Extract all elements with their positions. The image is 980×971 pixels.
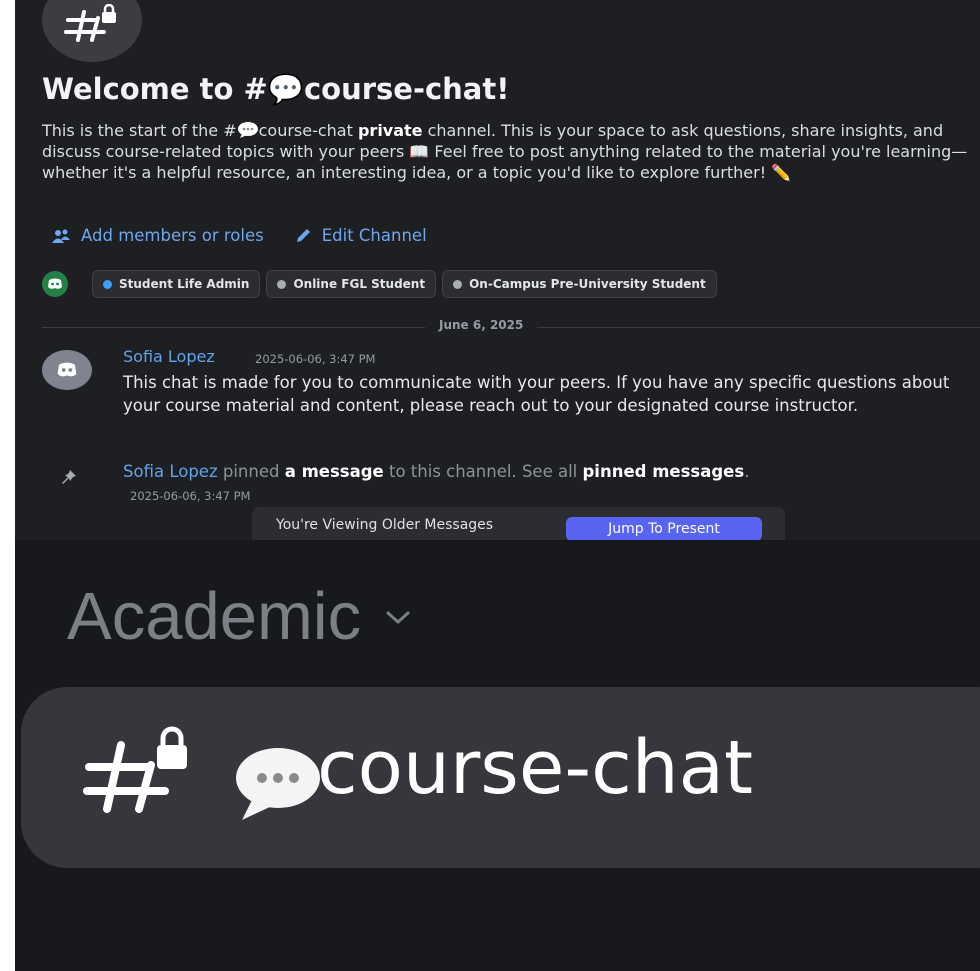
jump-to-present-button[interactable]: Jump To Present <box>566 517 762 540</box>
add-members-label: Add members or roles <box>81 226 264 245</box>
avatar[interactable] <box>42 350 92 390</box>
message-author[interactable]: Sofia Lopez <box>123 347 215 366</box>
edit-pencil-icon <box>296 228 310 242</box>
pinned-message-link[interactable]: a message <box>285 462 384 481</box>
message-text: This chat is made for you to communicate… <box>123 373 950 415</box>
speech-bubble-icon <box>237 122 258 138</box>
role-pill[interactable]: On-Campus Pre-University Student <box>442 270 717 298</box>
speech-bubble-icon <box>236 748 320 820</box>
channel-roles: Student Life Admin Online FGL Student On… <box>42 270 717 298</box>
channel-badge <box>42 0 142 62</box>
role-dot <box>453 279 463 289</box>
pin-text: . <box>744 462 750 481</box>
pin-author[interactable]: Sofia Lopez <box>123 462 218 481</box>
desc-text: course-chat <box>258 121 358 140</box>
role-pill[interactable]: Student Life Admin <box>92 270 261 298</box>
pin-timestamp: 2025-06-06, 3:47 PM <box>130 489 251 503</box>
welcome-title: Welcome to #💬course-chat! <box>42 72 510 106</box>
older-messages-bar: You're Viewing Older Messages Jump To Pr… <box>252 507 785 540</box>
role-label: Student Life Admin <box>119 277 250 291</box>
channel-welcome-panel: Welcome to #💬course-chat! This is the st… <box>15 0 980 540</box>
category-header[interactable]: Academic <box>67 578 411 655</box>
role-dot <box>103 279 112 289</box>
date-divider-label: June 6, 2025 <box>425 318 538 332</box>
pencil-emoji: ✏️ <box>771 163 792 182</box>
discord-logo-icon <box>42 271 68 297</box>
channel-sidebar-zoom: Academic course-chat <box>15 540 980 971</box>
add-members-icon <box>52 229 70 243</box>
pin-text: pinned <box>217 462 285 481</box>
role-dot <box>277 279 287 289</box>
role-pill[interactable]: Online FGL Student <box>266 270 437 298</box>
pin-text: to this channel. See all <box>383 462 583 481</box>
message-timestamp: 2025-06-06, 3:47 PM <box>255 352 376 366</box>
pinned-messages-link[interactable]: pinned messages <box>582 462 744 481</box>
book-emoji: 📖 <box>409 142 430 161</box>
role-label: On-Campus Pre-University Student <box>469 277 706 291</box>
role-label: Online FGL Student <box>293 277 426 291</box>
desc-bold: private <box>357 121 423 140</box>
pin-icon <box>62 470 76 484</box>
system-pin-message: Sofia Lopez pinned a message to this cha… <box>123 462 749 481</box>
private-hash-icon <box>83 726 187 813</box>
private-hash-icon <box>64 4 116 42</box>
older-messages-text: You're Viewing Older Messages <box>276 517 494 533</box>
category-label: Academic <box>67 579 362 654</box>
channel-name: course-chat <box>317 725 754 811</box>
desc-text: This is the start of the # <box>42 121 237 140</box>
channel-actions: Add members or roles Edit Channel <box>51 226 427 245</box>
chevron-down-icon <box>386 611 410 624</box>
channel-description: This is the start of the # course-chat pr… <box>42 120 972 183</box>
edit-channel-button[interactable]: Edit Channel <box>294 226 427 245</box>
edit-channel-label: Edit Channel <box>321 226 427 245</box>
channel-item-course-chat[interactable]: course-chat <box>21 687 980 868</box>
discord-logo-icon <box>57 362 77 377</box>
add-members-button[interactable]: Add members or roles <box>51 226 264 245</box>
